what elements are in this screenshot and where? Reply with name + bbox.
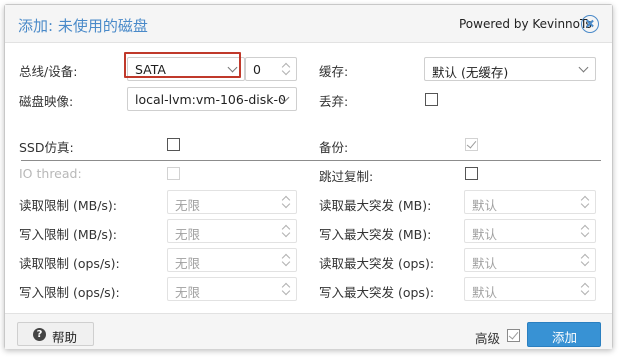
chevron-down-icon[interactable] — [578, 62, 589, 73]
section-divider — [21, 160, 601, 161]
device-index-value: 0 — [253, 62, 261, 77]
bus-device-label: 总线/设备: — [19, 64, 78, 79]
disk-image-label: 磁盘映像: — [19, 94, 74, 109]
write-limit-mbs-input[interactable]: 无限 — [167, 219, 297, 243]
io-thread-label: IO thread: — [19, 166, 82, 181]
write-burst-mb-placeholder: 默认 — [472, 227, 498, 242]
disk-image-value: local-lvm:vm-106-disk-0 — [135, 92, 286, 107]
cache-label: 缓存: — [319, 64, 349, 79]
ssd-emulation-label: SSD仿真: — [19, 140, 74, 155]
stepper-icon[interactable] — [577, 191, 595, 213]
bus-select-value: SATA — [135, 62, 166, 77]
write-limit-mbs-placeholder: 无限 — [175, 227, 201, 242]
write-limit-ops-label: 写入限制 (ops/s): — [19, 285, 120, 300]
read-burst-mb-input[interactable]: 默认 — [464, 190, 596, 214]
read-burst-ops-input[interactable]: 默认 — [464, 248, 596, 272]
stepper-icon[interactable] — [278, 249, 296, 271]
chevron-down-icon[interactable] — [227, 62, 238, 73]
discard-checkbox[interactable] — [425, 93, 438, 106]
io-thread-checkbox[interactable] — [167, 167, 180, 180]
add-disk-dialog: 添加: 未使用的磁盘 Powered by KevinnoTs 总线/设备: S… — [4, 4, 613, 349]
write-burst-ops-input[interactable]: 默认 — [464, 277, 596, 301]
stepper-icon[interactable] — [577, 220, 595, 242]
stepper-icon[interactable] — [577, 278, 595, 300]
stepper-icon[interactable] — [278, 278, 296, 300]
advanced-label: 高级 — [475, 331, 501, 346]
dialog-titlebar: 添加: 未使用的磁盘 Powered by KevinnoTs — [5, 5, 612, 43]
add-button[interactable]: 添加 — [527, 322, 601, 347]
help-button[interactable]: ? 帮助 — [17, 322, 94, 346]
stepper-icon[interactable] — [278, 220, 296, 242]
bus-select[interactable]: SATA — [127, 57, 245, 81]
stepper-icon[interactable] — [278, 58, 296, 80]
dialog-footer: ? 帮助 高级 添加 — [5, 313, 612, 349]
read-limit-mbs-input[interactable]: 无限 — [167, 190, 297, 214]
stepper-icon[interactable] — [577, 249, 595, 271]
read-limit-mbs-placeholder: 无限 — [175, 198, 201, 213]
write-limit-ops-placeholder: 无限 — [175, 285, 201, 300]
backup-label: 备份: — [319, 140, 349, 155]
write-burst-ops-placeholder: 默认 — [472, 285, 498, 300]
read-burst-ops-placeholder: 默认 — [472, 256, 498, 271]
read-limit-ops-label: 读取限制 (ops/s): — [19, 256, 120, 271]
backup-checkbox[interactable] — [465, 138, 478, 151]
write-burst-ops-label: 写入最大突发 (ops): — [319, 285, 435, 300]
ssd-emulation-checkbox[interactable] — [167, 138, 180, 151]
help-icon: ? — [33, 328, 46, 341]
disk-image-select[interactable]: local-lvm:vm-106-disk-0 — [127, 87, 297, 111]
read-limit-mbs-label: 读取限制 (MB/s): — [19, 198, 118, 213]
write-limit-ops-input[interactable]: 无限 — [167, 277, 297, 301]
write-burst-mb-input[interactable]: 默认 — [464, 219, 596, 243]
read-burst-mb-placeholder: 默认 — [472, 198, 498, 213]
close-icon[interactable] — [581, 15, 599, 33]
discard-label: 丢弃: — [319, 94, 349, 109]
read-limit-ops-placeholder: 无限 — [175, 256, 201, 271]
write-burst-mb-label: 写入最大突发 (MB): — [319, 227, 432, 242]
dialog-body: 总线/设备: SATA 0 缓存: 默认 (无缓存) 磁盘映像: local-l… — [5, 43, 612, 313]
add-button-label: 添加 — [552, 330, 578, 345]
cache-select[interactable]: 默认 (无缓存) — [424, 57, 596, 81]
device-index-input[interactable]: 0 — [245, 57, 297, 81]
skip-replication-checkbox[interactable] — [465, 167, 478, 180]
write-limit-mbs-label: 写入限制 (MB/s): — [19, 227, 118, 242]
read-burst-mb-label: 读取最大突发 (MB): — [319, 198, 432, 213]
dialog-title: 添加: 未使用的磁盘 — [18, 17, 148, 35]
cache-select-value: 默认 (无缓存) — [432, 65, 509, 80]
skip-replication-label: 跳过复制: — [319, 169, 374, 184]
read-limit-ops-input[interactable]: 无限 — [167, 248, 297, 272]
powered-by-text: Powered by KevinnoTs — [459, 17, 592, 31]
stepper-icon[interactable] — [278, 191, 296, 213]
help-button-label: 帮助 — [52, 330, 78, 345]
read-burst-ops-label: 读取最大突发 (ops): — [319, 256, 435, 271]
advanced-checkbox[interactable] — [507, 329, 520, 342]
